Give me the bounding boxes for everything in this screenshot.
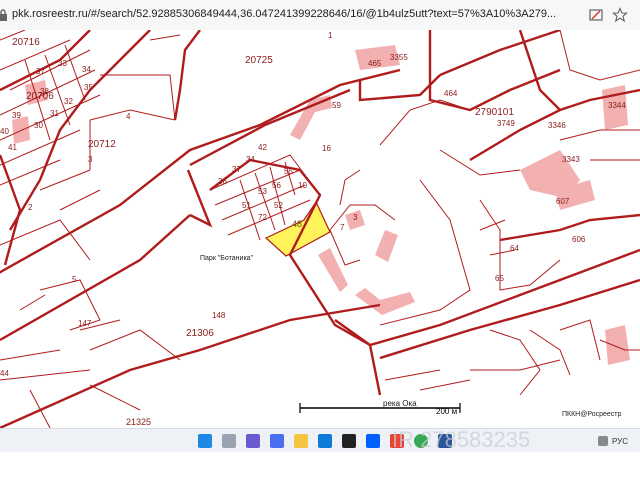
parcel-label: 40 — [0, 127, 9, 136]
parcel-label: 607 — [556, 197, 570, 206]
parcel-label: 34 — [246, 155, 255, 164]
windows-start-icon[interactable] — [198, 434, 212, 448]
search-icon[interactable] — [222, 434, 236, 448]
parcel-label: 37 — [36, 67, 45, 76]
parcel-label: 33 — [58, 59, 67, 68]
parcel-label: 31 — [50, 109, 59, 118]
parcel-label: 4 — [126, 112, 131, 121]
widgets-icon[interactable] — [270, 434, 284, 448]
amazon-icon[interactable] — [342, 434, 356, 448]
river-label: река Ока — [383, 399, 417, 408]
attribution-text: ПККН@Росреестр — [562, 411, 622, 418]
windows-taskbar: IR 278583235 РУС — [0, 428, 640, 453]
park-label: Парк "Ботаника" — [200, 255, 254, 262]
parcel-label: 64 — [510, 244, 519, 253]
lock-icon — [0, 9, 7, 21]
parcel-label: 10 — [298, 181, 307, 190]
parcel-label: 44 — [0, 369, 9, 378]
dropbox-icon[interactable] — [366, 434, 380, 448]
language-indicator[interactable]: РУС — [612, 437, 628, 446]
parcel-label: 51 — [242, 201, 251, 210]
parcel-label: 41 — [8, 143, 17, 152]
cadastral-map[interactable]: 20716 20725 20706 20712 465 3355 464 279… — [0, 30, 640, 428]
task-view-icon[interactable] — [246, 434, 260, 448]
parcel-label-highlighted[interactable]: 48 — [292, 220, 302, 229]
parcel-label: 36 — [218, 177, 227, 186]
parcel-label: 147 — [78, 319, 92, 328]
parcel-label: 20716 — [12, 37, 40, 48]
star-bookmark-icon[interactable] — [612, 7, 628, 23]
parcel-label: 53 — [258, 187, 267, 196]
parcel-label: 59 — [332, 101, 341, 110]
parcel-label: 65 — [495, 274, 504, 283]
parcel-label: 55 — [284, 167, 293, 176]
scale-label: 200 м — [436, 407, 458, 416]
parcel-label: 21306 — [186, 328, 214, 339]
parcel-label: 3343 — [562, 155, 580, 164]
parcel-label: 3 — [353, 213, 358, 222]
parcel-label: 72 — [258, 213, 267, 222]
file-explorer-icon[interactable] — [294, 434, 308, 448]
parcel-label: 3 — [88, 155, 93, 164]
parcel-label: 37 — [232, 165, 241, 174]
parcel-label: 35 — [84, 83, 93, 92]
parcel-label: 3355 — [390, 53, 408, 62]
parcel-label: 465 — [368, 59, 382, 68]
parcel-label: 38 — [40, 87, 49, 96]
parcel-label: 5 — [72, 275, 77, 284]
highlighted-parcel-48[interactable] — [264, 200, 331, 257]
parcel-label: 606 — [572, 235, 586, 244]
parcel-label: 2790101 — [475, 107, 514, 118]
bottom-margin — [0, 452, 640, 480]
parcel-label: 34 — [82, 65, 91, 74]
url-text[interactable]: pkk.rosreestr.ru/#/search/52.92885306849… — [12, 8, 556, 20]
parcel-label: 3344 — [608, 101, 626, 110]
parcel-label: 7 — [340, 223, 345, 232]
browser-url-bar[interactable]: pkk.rosreestr.ru/#/search/52.92885306849… — [0, 0, 640, 31]
parcel-label: 42 — [258, 143, 267, 152]
parcel-label: 52 — [274, 201, 283, 210]
parcel-label: 16 — [322, 144, 331, 153]
watermark-text: IR 278583235 — [392, 427, 531, 452]
parcel-label: 20712 — [88, 139, 116, 150]
parcel-label: 1 — [328, 31, 333, 40]
map-canvas[interactable] — [0, 30, 640, 428]
parcel-label: 2 — [28, 203, 33, 212]
parcel-label: 464 — [444, 89, 458, 98]
parcel-label: 20725 — [245, 55, 273, 66]
blocked-popup-icon[interactable] — [588, 7, 604, 23]
parcel-label: 3749 — [497, 119, 515, 128]
network-icon[interactable] — [598, 436, 608, 446]
mail-icon[interactable] — [318, 434, 332, 448]
parcel-label: 3346 — [548, 121, 566, 130]
parcel-label: 32 — [64, 97, 73, 106]
parcel-label: 30 — [34, 121, 43, 130]
parcel-label: 39 — [12, 111, 21, 120]
parcel-label: 21325 — [126, 417, 152, 427]
building-footprints — [12, 45, 630, 365]
parcel-label: 148 — [212, 311, 226, 320]
parcel-label: 56 — [272, 181, 281, 190]
